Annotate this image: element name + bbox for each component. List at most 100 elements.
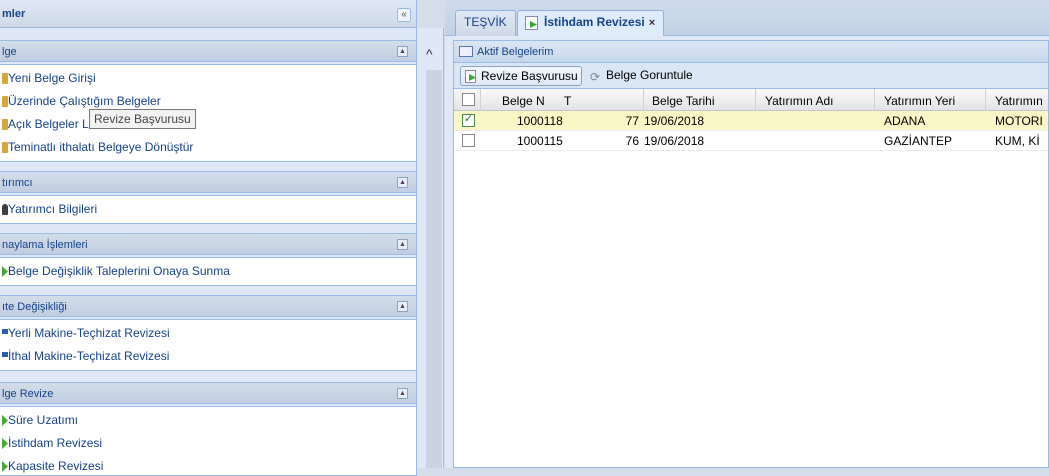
menu-group-title: naylama İşlemleri (2, 239, 88, 251)
menu-group-title: ıte Değişikliği (2, 301, 67, 313)
menu-group-header[interactable]: tırımcı ▲ (0, 171, 417, 193)
column-header-adi[interactable]: Yatırımın Adı (765, 94, 833, 108)
revize-basvurusu-button[interactable]: Revize Başvurusu (460, 66, 582, 86)
panel-title: Aktif Belgelerim (477, 46, 554, 58)
cell-yeri: GAZİANTEP (884, 134, 953, 148)
column-divider (755, 89, 756, 111)
column-header-yeri[interactable]: Yatırımın Yeri (884, 94, 955, 108)
tab-tesvik[interactable]: TEŞVİK (455, 10, 516, 36)
menu-item-uzerinde-calistigim[interactable]: Üzerinde Çalıştığım Belgeler (0, 90, 416, 113)
navigation-panel: mler lge ▲ Yeni Belge Girişi Üzerinde Ça… (0, 0, 417, 476)
cell-belge: 1000118 (517, 114, 563, 128)
view-icon: ⟳ (590, 70, 601, 84)
scrollbar-track[interactable] (426, 70, 442, 468)
menu-group-belge: lge ▲ Yeni Belge Girişi Üzerinde Çalıştı… (0, 40, 417, 162)
menu-group-title: lge (2, 46, 17, 58)
column-header-tarih[interactable]: Belge Tarihi (652, 94, 714, 108)
grid-icon (459, 46, 473, 57)
menu-item-label: Üzerinde Çalıştığım Belgeler (8, 94, 161, 108)
menu-group-body: Yerli Makine-Teçhizat Revizesi İthal Mak… (0, 319, 417, 371)
menu-group-body: Süre Uzatımı İstihdam Revizesi Kapasite … (0, 406, 417, 476)
scroll-up-icon[interactable]: ^ (426, 46, 433, 62)
column-header-belge[interactable]: Belge N (502, 94, 545, 108)
menu-group-belge-revize: lge Revize ▲ Süre Uzatımı İstihdam Reviz… (0, 382, 417, 476)
menu-item-yatirimci-bilgileri[interactable]: Yatırımcı Bilgileri (0, 198, 416, 221)
row-checkbox[interactable] (462, 112, 475, 127)
cell-tarih: 19/06/2018 (644, 134, 705, 148)
toolbar: Revize Başvurusu ⟳ Belge Goruntule (454, 63, 1048, 89)
tooltip: Revize Başvurusu (89, 109, 196, 129)
main-area: TEŞVİK İstihdam Revizesi × Aktif Belgeler… (445, 0, 1049, 468)
menu-item-label: Yerli Makine-Teçhizat Revizesi (8, 326, 170, 340)
column-divider (480, 89, 481, 111)
menu-group-header[interactable]: naylama İşlemleri ▲ (0, 233, 417, 255)
menu-group-yatirimci: tırımcı ▲ Yatırımcı Bilgileri (0, 171, 417, 224)
menu-group-header[interactable]: ıte Değişikliği ▲ (0, 295, 417, 317)
collapse-group-icon[interactable]: ▲ (397, 301, 408, 312)
cell-konu: MOTORI (995, 114, 1043, 128)
menu-item-label: İthal Makine-Teçhizat Revizesi (8, 349, 170, 363)
menu-item-label: İstihdam Revizesi (8, 436, 103, 450)
menu-item-ithal-makine[interactable]: İthal Makine-Teçhizat Revizesi (0, 345, 416, 368)
row-checkbox[interactable] (462, 134, 475, 147)
menu-group-title: lge Revize (2, 388, 54, 400)
column-divider (643, 89, 644, 111)
menu-item-label: Teminatlı ithalatı Belgeye Dönüştür (8, 140, 194, 154)
collapse-group-icon[interactable]: ▲ (397, 177, 408, 188)
menu-group-body: Yeni Belge Girişi Üzerinde Çalıştığım Be… (0, 64, 417, 162)
tab-label: İstihdam Revizesi (544, 15, 645, 29)
menu-item-label: Süre Uzatımı (8, 413, 79, 427)
collapse-group-icon[interactable]: ▲ (397, 388, 408, 399)
column-divider (985, 89, 986, 111)
menu-item-label: Kapasite Revizesi (8, 459, 104, 473)
menu-item-istihdam-revizesi[interactable]: İstihdam Revizesi (0, 432, 416, 455)
menu-item-kapasite-revizesi[interactable]: Kapasite Revizesi (0, 455, 416, 475)
menu-item-label: Yatırımcı Bilgileri (8, 202, 98, 216)
column-header-konu[interactable]: Yatırımın (995, 94, 1043, 108)
button-label: Revize Başvurusu (481, 69, 578, 83)
navigation-panel-title: mler (2, 8, 26, 20)
cell-konu: KUM, Kİ (995, 134, 1040, 148)
cell-no: 77 (625, 114, 639, 128)
menu-group-header[interactable]: lge ▲ (0, 40, 417, 62)
cell-no: 76 (625, 134, 639, 148)
menu-item-label: Belge Değişiklik Taleplerini Onaya Sunma (8, 264, 230, 278)
navigation-scrollbar[interactable]: ^ (417, 28, 444, 468)
column-divider (874, 89, 875, 111)
menu-item-teminatli[interactable]: Teminatlı ithalatı Belgeye Dönüştür (0, 136, 416, 159)
menu-group-body: Yatırımcı Bilgileri (0, 195, 417, 224)
close-tab-icon[interactable]: × (649, 17, 655, 29)
button-label: Belge Goruntule (606, 68, 693, 82)
grid-header: Belge N T Belge Tarihi Yatırımın Adı Yat… (454, 89, 1048, 111)
menu-item-yeni-belge[interactable]: Yeni Belge Girişi (0, 67, 416, 90)
menu-group-onaylama: naylama İşlemleri ▲ Belge Değişiklik Tal… (0, 233, 417, 286)
select-all-checkbox[interactable] (462, 93, 475, 106)
menu-item-label: Yeni Belge Girişi (8, 71, 96, 85)
panel-header: Aktif Belgelerim (454, 41, 1048, 63)
menu-group-ote-degisikligi: ıte Değişikliği ▲ Yerli Makine-Teçhizat … (0, 295, 417, 371)
tab-bar: TEŞVİK İstihdam Revizesi × (445, 0, 1049, 36)
menu-item-onaya-sunma[interactable]: Belge Değişiklik Taleplerini Onaya Sunma (0, 260, 416, 283)
belge-goruntule-button[interactable]: ⟳ Belge Goruntule (588, 66, 696, 86)
collapse-panel-button[interactable]: « (397, 8, 411, 22)
table-row[interactable]: 1000118 77 19/06/2018 ADANA MOTORI (454, 111, 1048, 131)
menu-group-body: Belge Değişiklik Taleplerini Onaya Sunma (0, 257, 417, 286)
cell-belge: 1000115 (517, 134, 563, 148)
collapse-group-icon[interactable]: ▲ (397, 239, 408, 250)
menu-item-sure-uzatimi[interactable]: Süre Uzatımı (0, 409, 416, 432)
collapse-group-icon[interactable]: ▲ (397, 46, 408, 57)
column-header-no[interactable]: T (564, 94, 571, 108)
menu-item-yerli-makine[interactable]: Yerli Makine-Teçhizat Revizesi (0, 322, 416, 345)
menu-item-acik-belgeler[interactable]: Açık Belgeler Listesi (0, 113, 416, 136)
cell-tarih: 19/06/2018 (644, 114, 705, 128)
menu-group-header[interactable]: lge Revize ▲ (0, 382, 417, 404)
table-row[interactable]: 1000115 76 19/06/2018 GAZİANTEP KUM, Kİ (454, 131, 1048, 151)
tab-istihdam-revizesi[interactable]: İstihdam Revizesi × (517, 10, 665, 36)
cell-yeri: ADANA (884, 114, 926, 128)
menu-group-title: tırımcı (2, 177, 33, 189)
tab-label: TEŞVİK (464, 15, 507, 29)
navigation-panel-header: mler (0, 0, 416, 28)
document-arrow-icon (525, 16, 538, 30)
aktif-belgelerim-panel: Aktif Belgelerim Revize Başvurusu ⟳ Belge… (453, 40, 1049, 468)
document-arrow-icon (465, 70, 476, 83)
